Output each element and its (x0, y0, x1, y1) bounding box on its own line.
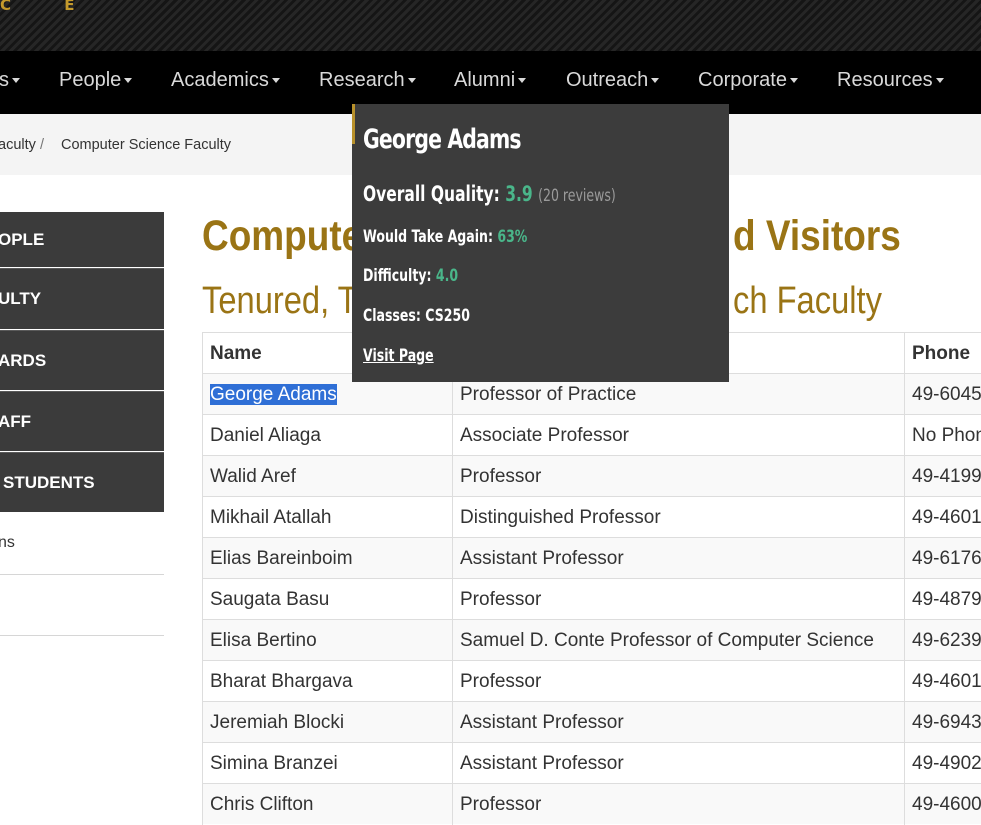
chevron-down-icon (407, 78, 416, 84)
chevron-down-icon (935, 78, 944, 84)
faculty-title: Assistant Professor (452, 538, 904, 579)
nav-item-partial[interactable]: s (0, 69, 20, 92)
table-row: Elisa Bertino Samuel D. Conte Professor … (202, 619, 981, 661)
sidebar-item-boards[interactable]: ARDS (0, 330, 164, 390)
nav-item-alumni[interactable]: Alumni (454, 69, 527, 92)
overall-quality-value: 3.9 (505, 182, 533, 206)
nav-item-people[interactable]: People (59, 69, 133, 92)
sidebar-item-people[interactable]: OPLE (0, 212, 164, 267)
nav-item-resources[interactable]: Resources (837, 69, 944, 92)
column-header-phone[interactable]: Phone (904, 333, 981, 374)
table-row: Simina Branzei Assistant Professor 49-49… (202, 742, 981, 784)
faculty-name-link[interactable]: Bharat Bhargava (202, 661, 452, 702)
faculty-name-link[interactable]: Daniel Aliaga (202, 415, 452, 456)
nav-item-corporate[interactable]: Corporate (698, 69, 798, 92)
classes-value: CS250 (425, 306, 470, 326)
table-row: Daniel Aliaga Associate Professor No Pho… (202, 414, 981, 456)
faculty-phone: No Phon (904, 415, 981, 456)
faculty-name-link[interactable]: Simina Branzei (202, 743, 452, 784)
table-row: Chris Clifton Professor 49-4600 (202, 783, 981, 825)
table-row: Bharat Bhargava Professor 49-4601 (202, 660, 981, 702)
faculty-name-link[interactable]: Elias Bareinboim (202, 538, 452, 579)
page-title: Compute (202, 212, 363, 260)
table-row: Mikhail Atallah Distinguished Professor … (202, 496, 981, 538)
page-title-tail: d Visitors (733, 212, 901, 260)
breadcrumb-separator: / (40, 137, 45, 153)
faculty-title: Assistant Professor (452, 743, 904, 784)
table-row: Jeremiah Blocki Assistant Professor 49-6… (202, 701, 981, 743)
faculty-name-link[interactable]: George Adams (210, 384, 337, 405)
breadcrumb-link-faculty[interactable]: aculty (0, 137, 36, 153)
chevron-down-icon (651, 78, 660, 84)
visit-page-link[interactable]: Visit Page (363, 346, 434, 366)
popup-overall-quality: Overall Quality: 3.9 (20 reviews) (363, 182, 616, 206)
popup-accent-bar (352, 104, 355, 144)
sidebar-item-faculty[interactable]: ULTY (0, 268, 164, 329)
section-subtitle-tail: ch Faculty (733, 280, 882, 322)
faculty-name-link[interactable]: Mikhail Atallah (202, 497, 452, 538)
difficulty-value: 4.0 (435, 266, 459, 286)
popup-professor-name: George Adams (363, 124, 522, 155)
popup-take-again: Would Take Again: 63% (363, 227, 528, 247)
rating-popup: George Adams Overall Quality: 3.9 (20 re… (352, 104, 729, 382)
faculty-phone: 49-6239 (904, 620, 981, 661)
faculty-phone: 49-4902 (904, 743, 981, 784)
chevron-down-icon (518, 78, 527, 84)
faculty-title: Distinguished Professor (452, 497, 904, 538)
popup-difficulty: Difficulty: 4.0 (363, 266, 459, 286)
faculty-phone: 49-4601 (904, 497, 981, 538)
faculty-phone: 49-6045 (904, 374, 981, 415)
faculty-name-link[interactable]: Elisa Bertino (202, 620, 452, 661)
faculty-phone: 49-6176 (904, 538, 981, 579)
chevron-down-icon (124, 78, 133, 84)
table-row: Elias Bareinboim Assistant Professor 49-… (202, 537, 981, 579)
faculty-phone: 49-6943 (904, 702, 981, 743)
table-row: Walid Aref Professor 49-4199 (202, 455, 981, 497)
banner-logo-text: C E (0, 0, 99, 14)
sidebar-item-students[interactable]: STUDENTS (0, 452, 164, 512)
faculty-title: Assistant Professor (452, 702, 904, 743)
nav-item-academics[interactable]: Academics (171, 69, 280, 92)
faculty-title: Professor (452, 661, 904, 702)
faculty-title: Associate Professor (452, 415, 904, 456)
faculty-title: Professor (452, 456, 904, 497)
sidebar-item-sub-2[interactable] (0, 575, 164, 636)
chevron-down-icon (12, 78, 20, 84)
faculty-phone: 49-4601 (904, 661, 981, 702)
take-again-value: 63% (497, 227, 528, 247)
faculty-name-link[interactable]: Saugata Basu (202, 579, 452, 620)
popup-classes: Classes: CS250 (363, 306, 470, 326)
nav-item-research[interactable]: Research (319, 69, 416, 92)
breadcrumb-current: Computer Science Faculty (61, 137, 232, 153)
faculty-phone: 49-4199 (904, 456, 981, 497)
nav-item-outreach[interactable]: Outreach (566, 69, 660, 92)
chevron-down-icon (271, 78, 280, 84)
sidebar-item-sub-1[interactable]: ns (0, 512, 164, 575)
review-count: (20 reviews) (538, 186, 616, 206)
chevron-down-icon (789, 78, 798, 84)
faculty-name-link[interactable]: Walid Aref (202, 456, 452, 497)
table-row: Saugata Basu Professor 49-4879 (202, 578, 981, 620)
section-subtitle: Tenured, T (202, 280, 358, 322)
faculty-name-link[interactable]: Jeremiah Blocki (202, 702, 452, 743)
faculty-title: Professor (452, 579, 904, 620)
faculty-title: Samuel D. Conte Professor of Computer Sc… (452, 620, 904, 661)
sidebar-item-staff[interactable]: AFF (0, 391, 164, 451)
site-banner: C E (0, 0, 981, 51)
faculty-phone: 49-4879 (904, 579, 981, 620)
